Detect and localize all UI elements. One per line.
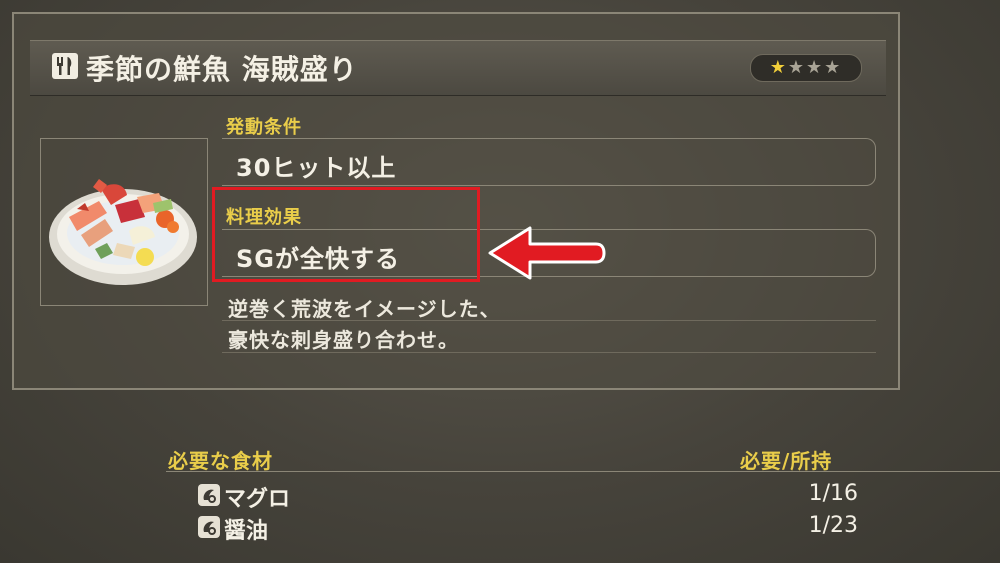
ingredient-count: 1/16 bbox=[808, 481, 858, 506]
rating-star-empty: ★★★ bbox=[787, 57, 843, 78]
effect-highlight-box bbox=[212, 187, 480, 282]
ingredient-icon bbox=[198, 484, 220, 506]
rating-star-filled: ★ bbox=[769, 57, 788, 78]
ingredient-icon bbox=[198, 516, 220, 538]
ingredients-header: 必要な食材 bbox=[168, 449, 273, 473]
dish-image-frame bbox=[40, 138, 208, 306]
ingredient-name: マグロ bbox=[224, 487, 291, 512]
fork-knife-icon bbox=[52, 53, 78, 79]
ingredients-count-header: 必要/所持 bbox=[740, 449, 833, 473]
ingredient-count: 1/23 bbox=[808, 513, 858, 538]
rating-stars: ★★★★ bbox=[750, 54, 862, 82]
trigger-value: 30ヒット以上 bbox=[236, 154, 397, 182]
pointer-arrow-icon bbox=[488, 226, 606, 280]
description-line-2: 豪快な刺身盛り合わせ。 bbox=[228, 328, 459, 352]
description-line-1: 逆巻く荒波をイメージした、 bbox=[228, 297, 501, 321]
ingredients-divider bbox=[166, 471, 1000, 472]
dish-title: 季節の鮮魚 海賊盛り bbox=[86, 53, 358, 86]
ingredient-name: 醤油 bbox=[224, 519, 269, 544]
trigger-label: 発動条件 bbox=[226, 117, 302, 138]
sashimi-platter-icon bbox=[49, 179, 197, 285]
description-divider-2 bbox=[222, 352, 876, 353]
description-divider-1 bbox=[222, 320, 876, 321]
